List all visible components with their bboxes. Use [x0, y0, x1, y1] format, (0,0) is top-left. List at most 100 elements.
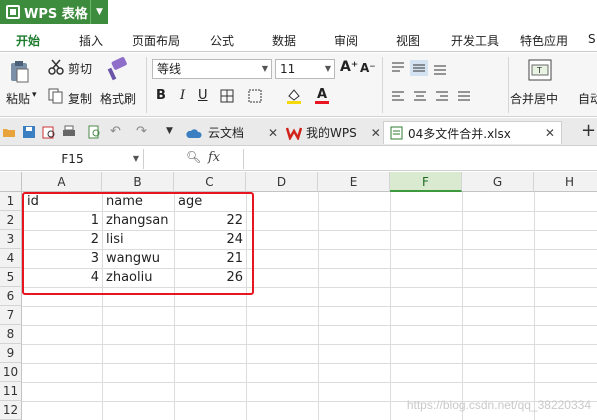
tab-special[interactable]: 特色应用	[520, 32, 568, 49]
font-size-value: 11	[280, 62, 296, 76]
save-icon[interactable]	[22, 125, 36, 139]
paste-icon[interactable]	[8, 59, 30, 83]
chevron-down-icon: ▼	[261, 64, 268, 73]
auto-wrap-button[interactable]: 自动	[578, 90, 597, 107]
select-all-corner[interactable]	[0, 172, 22, 192]
app-menu-button[interactable]: WPS 表格 ▼	[0, 0, 108, 24]
quick-access-toolbar: ↶ ↷ ▼ 云文档 ✕ 我的WPS ✕ 04多文件合并.xlsx ✕ +	[0, 118, 597, 146]
close-icon[interactable]: ✕	[545, 126, 555, 140]
row-header[interactable]: 1	[0, 192, 22, 211]
column-header[interactable]: B	[102, 172, 174, 192]
find-icon[interactable]	[88, 125, 102, 139]
bold-button[interactable]: B	[156, 88, 166, 103]
row-header[interactable]: 2	[0, 211, 22, 230]
qat-dropdown-icon[interactable]: ▼	[166, 126, 173, 136]
tab-view[interactable]: 视图	[396, 32, 420, 49]
copy-button[interactable]: 复制	[68, 90, 92, 107]
wps-logo-icon	[6, 5, 20, 19]
doc-tab-mywps[interactable]: 我的WPS ✕	[286, 121, 381, 144]
merge-center-button[interactable]: 合并居中	[510, 90, 558, 107]
paste-button[interactable]: 粘贴	[6, 90, 30, 107]
vertical-align-group[interactable]	[390, 60, 460, 76]
paste-dropdown-icon[interactable]: ▾	[32, 90, 37, 100]
ribbon-tabs: 开始 插入 页面布局 公式 数据 审阅 视图 开发工具 特色应用 S	[0, 28, 597, 56]
close-icon[interactable]: ✕	[371, 126, 381, 140]
shrink-font-button[interactable]: A⁻	[360, 61, 376, 75]
close-icon[interactable]: ✕	[268, 126, 278, 140]
tab-developer[interactable]: 开发工具	[451, 32, 499, 49]
ribbon: 粘贴 ▾ 剪切 复制 格式刷 等线 ▼ 11 ▼ A⁺ A⁻ B I U A T…	[0, 53, 597, 117]
doc-tab-active[interactable]: 04多文件合并.xlsx ✕	[383, 121, 562, 144]
column-header[interactable]: E	[318, 172, 390, 192]
underline-button[interactable]: U	[198, 88, 208, 103]
row-header[interactable]: 6	[0, 287, 22, 306]
scissors-icon[interactable]	[48, 59, 64, 75]
fill-color-icon[interactable]	[286, 87, 302, 105]
font-name-select[interactable]: 等线 ▼	[152, 59, 272, 79]
tab-review[interactable]: 审阅	[334, 32, 358, 49]
column-header[interactable]: C	[174, 172, 246, 192]
column-header[interactable]: H	[534, 172, 597, 192]
font-color-icon[interactable]: A	[314, 86, 330, 104]
doc-tab-label: 04多文件合并.xlsx	[408, 126, 511, 141]
column-header-selected[interactable]: F	[390, 172, 462, 192]
row-header[interactable]: 11	[0, 382, 22, 401]
sheet-icon	[390, 126, 403, 140]
row-header[interactable]: 4	[0, 249, 22, 268]
formula-bar: F15 ▼ 🔍︎ fx	[0, 147, 597, 171]
copy-icon[interactable]	[48, 88, 64, 104]
row-header[interactable]: 3	[0, 230, 22, 249]
column-header[interactable]: G	[462, 172, 534, 192]
zoom-icon[interactable]: 🔍︎	[186, 150, 201, 164]
name-box[interactable]: F15 ▼	[2, 149, 144, 169]
chevron-down-icon[interactable]: ▼	[90, 0, 108, 24]
title-bar: WPS 表格 ▼	[0, 0, 597, 24]
new-tab-button[interactable]: +	[581, 120, 596, 141]
grow-font-button[interactable]: A⁺	[340, 59, 358, 75]
print-icon[interactable]	[62, 125, 76, 139]
svg-text:T: T	[536, 66, 542, 75]
column-header[interactable]: D	[246, 172, 318, 192]
column-header[interactable]: A	[22, 172, 102, 192]
font-name-value: 等线	[157, 62, 182, 76]
cloud-icon	[186, 128, 202, 138]
tab-page-layout[interactable]: 页面布局	[132, 32, 180, 49]
doc-tab-cloud[interactable]: 云文档 ✕	[186, 121, 278, 144]
print-preview-icon[interactable]	[42, 125, 56, 139]
formula-input[interactable]	[243, 149, 597, 169]
row-header[interactable]: 9	[0, 344, 22, 363]
doc-tab-label: 云文档	[208, 126, 245, 140]
cut-button[interactable]: 剪切	[68, 60, 92, 77]
watermark: https://blog.csdn.net/qq_38220334	[406, 398, 591, 412]
row-header[interactable]: 5	[0, 268, 22, 287]
chevron-down-icon[interactable]: ▼	[133, 149, 139, 169]
row-header[interactable]: 8	[0, 325, 22, 344]
app-name: WPS 表格	[24, 6, 88, 22]
chevron-down-icon: ▼	[324, 64, 331, 73]
cell-reference: F15	[61, 152, 84, 166]
borders-icon[interactable]	[220, 89, 234, 103]
highlight-annotation-box	[22, 192, 254, 295]
merge-center-icon[interactable]: T	[528, 57, 552, 83]
format-painter-icon[interactable]	[104, 57, 130, 83]
row-header[interactable]: 12	[0, 401, 22, 420]
tab-formulas[interactable]: 公式	[210, 32, 234, 49]
row-header[interactable]: 10	[0, 363, 22, 382]
format-painter-button[interactable]: 格式刷	[100, 90, 136, 107]
merge-cells-icon[interactable]	[248, 89, 262, 103]
tab-insert[interactable]: 插入	[79, 32, 103, 49]
doc-tab-label: 我的WPS	[306, 126, 357, 140]
redo-icon[interactable]: ↷	[136, 124, 147, 139]
tab-more[interactable]: S	[588, 32, 596, 46]
insert-function-button[interactable]: fx	[208, 150, 220, 165]
wps-icon	[286, 127, 302, 140]
italic-button[interactable]: I	[180, 88, 185, 103]
font-size-select[interactable]: 11 ▼	[275, 59, 335, 79]
tab-data[interactable]: 数据	[272, 32, 296, 49]
open-folder-icon[interactable]	[2, 125, 16, 139]
row-header[interactable]: 7	[0, 306, 22, 325]
undo-icon[interactable]: ↶	[110, 124, 121, 139]
tab-home[interactable]: 开始	[11, 32, 45, 56]
horizontal-align-group[interactable]	[390, 89, 490, 105]
font-color-letter: A	[316, 87, 328, 102]
